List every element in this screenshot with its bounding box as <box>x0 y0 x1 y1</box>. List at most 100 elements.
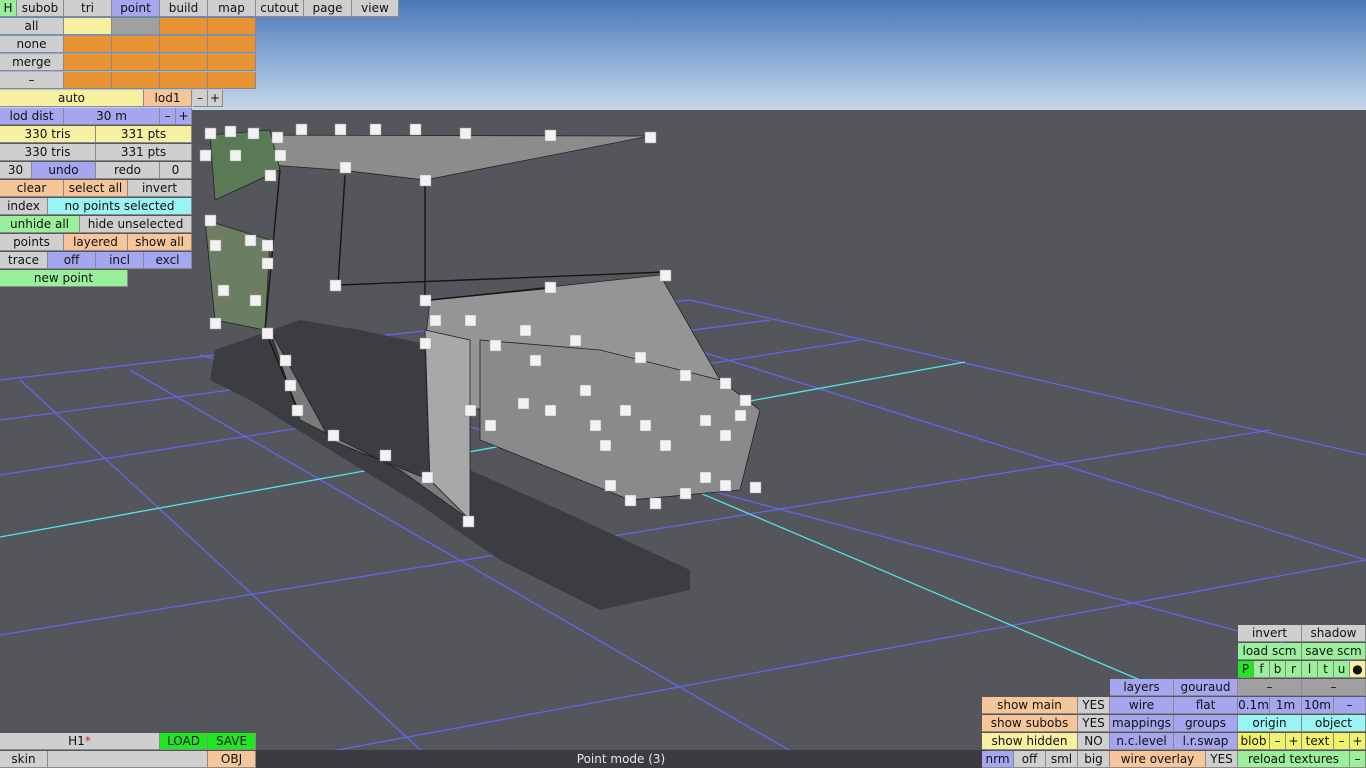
tab-point[interactable]: point <box>112 0 160 17</box>
show-subobs-value[interactable]: YES <box>1078 715 1110 732</box>
tab-tri[interactable]: tri <box>64 0 112 17</box>
invert-selection-button[interactable]: invert <box>128 180 192 197</box>
layer-cell[interactable] <box>112 36 160 53</box>
size-big-button[interactable]: big <box>1078 751 1110 768</box>
view-t-button[interactable]: t <box>1318 661 1334 678</box>
layer-cell[interactable] <box>160 36 208 53</box>
grid-minus-button[interactable]: – <box>1334 697 1366 714</box>
tab-map[interactable]: map <box>208 0 256 17</box>
show-main-button[interactable]: show main <box>982 697 1078 714</box>
clear-button[interactable]: clear <box>0 180 64 197</box>
hide-unselected-button[interactable]: hide unselected <box>80 216 192 233</box>
save-scm-button[interactable]: save scm <box>1302 643 1366 660</box>
lr-swap-button[interactable]: l.r.swap <box>1174 733 1238 750</box>
tab-build[interactable]: build <box>160 0 208 17</box>
layer-cell[interactable] <box>64 18 112 35</box>
view-r-button[interactable]: r <box>1286 661 1302 678</box>
text-minus-button[interactable]: – <box>1334 733 1350 750</box>
trace-button[interactable]: trace <box>0 252 48 269</box>
select-all-points-button[interactable]: select all <box>64 180 128 197</box>
layered-button[interactable]: layered <box>64 234 128 251</box>
layers-button[interactable]: layers <box>1110 679 1174 696</box>
layer-cell[interactable] <box>64 72 112 89</box>
new-point-button[interactable]: new point <box>0 270 128 287</box>
grid-1m-button[interactable]: 1m <box>1270 697 1302 714</box>
wire-overlay-button[interactable]: wire overlay <box>1110 751 1206 768</box>
size-off-button[interactable]: off <box>1014 751 1046 768</box>
size-nrm-button[interactable]: nrm <box>982 751 1014 768</box>
layer-cell[interactable] <box>64 54 112 71</box>
dash-button[interactable]: – <box>0 72 64 89</box>
load-scm-button[interactable]: load scm <box>1238 643 1302 660</box>
select-none-button[interactable]: none <box>0 36 64 53</box>
points-button[interactable]: points <box>0 234 64 251</box>
wire-button[interactable]: wire <box>1110 697 1174 714</box>
lod-dist-value[interactable]: 30 m <box>64 108 160 125</box>
object-button[interactable]: object <box>1302 715 1366 732</box>
trace-excl-button[interactable]: excl <box>144 252 192 269</box>
view-u-button[interactable]: u <box>1334 661 1350 678</box>
filename[interactable]: H1* <box>0 733 160 750</box>
lod-minus-button[interactable]: – <box>193 90 208 107</box>
redo-button[interactable]: redo <box>96 162 160 179</box>
layer-cell[interactable] <box>112 18 160 35</box>
lod-auto-button[interactable]: auto <box>0 90 144 107</box>
h-button[interactable]: H <box>0 0 17 17</box>
nc-level-button[interactable]: n.c.level <box>1110 733 1174 750</box>
wire-overlay-value[interactable]: YES <box>1206 751 1238 768</box>
layer-cell[interactable] <box>112 54 160 71</box>
invert-view-button[interactable]: invert <box>1238 625 1302 642</box>
show-hidden-value[interactable]: NO <box>1078 733 1110 750</box>
layer-cell[interactable] <box>208 36 256 53</box>
blob-plus-button[interactable]: + <box>1286 733 1302 750</box>
flat-button[interactable]: flat <box>1174 697 1238 714</box>
show-main-value[interactable]: YES <box>1078 697 1110 714</box>
show-all-button[interactable]: show all <box>128 234 192 251</box>
save-button[interactable]: SAVE <box>208 733 256 750</box>
merge-button[interactable]: merge <box>0 54 64 71</box>
grid-10m-button[interactable]: 10m <box>1302 697 1334 714</box>
grid-01m-button[interactable]: 0.1m <box>1238 697 1270 714</box>
obj-button[interactable]: OBJ <box>208 751 256 768</box>
index-button[interactable]: index <box>0 198 48 215</box>
trace-incl-button[interactable]: incl <box>96 252 144 269</box>
layer-cell[interactable] <box>160 54 208 71</box>
origin-button[interactable]: origin <box>1238 715 1302 732</box>
dash-button-1[interactable]: – <box>1238 679 1302 696</box>
lod-dist-plus-button[interactable]: + <box>176 108 192 125</box>
gouraud-button[interactable]: gouraud <box>1174 679 1238 696</box>
skin-button[interactable]: skin <box>0 751 48 768</box>
undo-button[interactable]: undo <box>32 162 96 179</box>
view-l-button[interactable]: l <box>1302 661 1318 678</box>
unhide-all-button[interactable]: unhide all <box>0 216 80 233</box>
mappings-button[interactable]: mappings <box>1110 715 1174 732</box>
show-hidden-button[interactable]: show hidden <box>982 733 1078 750</box>
tab-view[interactable]: view <box>352 0 399 17</box>
show-subobs-button[interactable]: show subobs <box>982 715 1078 732</box>
layer-cell[interactable] <box>64 36 112 53</box>
text-plus-button[interactable]: + <box>1350 733 1366 750</box>
groups-button[interactable]: groups <box>1174 715 1238 732</box>
layer-cell[interactable] <box>208 54 256 71</box>
layer-cell[interactable] <box>208 72 256 89</box>
load-button[interactable]: LOAD <box>160 733 208 750</box>
shadow-button[interactable]: shadow <box>1302 625 1366 642</box>
layer-cell[interactable] <box>208 18 256 35</box>
lod-dist-minus-button[interactable]: – <box>160 108 176 125</box>
reload-minus-button[interactable]: – <box>1350 751 1366 768</box>
lod-plus-button[interactable]: + <box>208 90 223 107</box>
skin-field[interactable] <box>48 751 208 768</box>
layer-cell[interactable] <box>160 18 208 35</box>
view-dot-button[interactable]: ● <box>1350 661 1366 678</box>
blob-minus-button[interactable]: – <box>1270 733 1286 750</box>
dash-button-2[interactable]: – <box>1302 679 1366 696</box>
lod-level[interactable]: lod1 <box>144 90 192 107</box>
view-b-button[interactable]: b <box>1270 661 1286 678</box>
trace-off-button[interactable]: off <box>48 252 96 269</box>
select-all-button[interactable]: all <box>0 18 64 35</box>
size-sml-button[interactable]: sml <box>1046 751 1078 768</box>
tab-cutout[interactable]: cutout <box>256 0 304 17</box>
layer-cell[interactable] <box>160 72 208 89</box>
reload-textures-button[interactable]: reload textures <box>1238 751 1350 768</box>
tab-page[interactable]: page <box>304 0 352 17</box>
